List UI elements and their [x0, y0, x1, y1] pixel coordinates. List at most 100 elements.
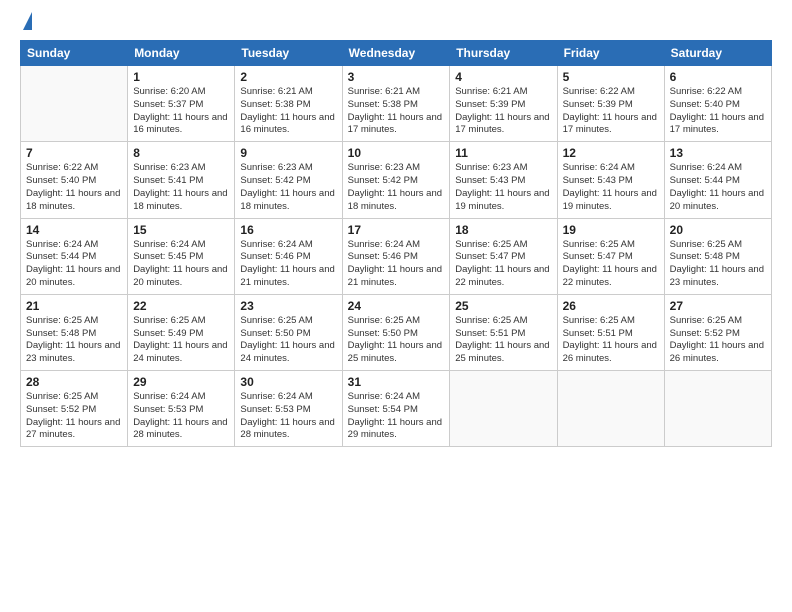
day-number: 22: [133, 299, 229, 313]
day-cell: 30 Sunrise: 6:24 AM Sunset: 5:53 PM Dayli…: [235, 371, 342, 447]
week-row-3: 14 Sunrise: 6:24 AM Sunset: 5:44 PM Dayli…: [21, 218, 772, 294]
week-row-4: 21 Sunrise: 6:25 AM Sunset: 5:48 PM Dayli…: [21, 294, 772, 370]
day-number: 25: [455, 299, 551, 313]
day-info: Sunrise: 6:22 AM Sunset: 5:39 PM Dayligh…: [563, 86, 659, 137]
day-cell: 15Sunrise: 6:24 AM Sunset: 5:45 PM Dayli…: [128, 218, 235, 294]
day-number: 11: [455, 146, 551, 160]
day-info: Sunrise: 6:24 AM Sunset: 5:45 PM Dayligh…: [133, 239, 229, 290]
day-info: Sunrise: 6:23 AM Sunset: 5:41 PM Dayligh…: [133, 162, 229, 213]
day-number: 19: [563, 223, 659, 237]
day-cell: 6 Sunrise: 6:22 AM Sunset: 5:40 PM Daylig…: [664, 66, 771, 142]
day-cell: 1 Sunrise: 6:20 AM Sunset: 5:37 PM Daylig…: [128, 66, 235, 142]
day-info: Sunrise: 6:25 AM Sunset: 5:52 PM Dayligh…: [26, 391, 122, 442]
day-cell: [557, 371, 664, 447]
page: SundayMondayTuesdayWednesdayThursdayFrid…: [0, 0, 792, 612]
day-cell: 7 Sunrise: 6:22 AM Sunset: 5:40 PM Daylig…: [21, 142, 128, 218]
day-number: 20: [670, 223, 766, 237]
day-cell: 25 Sunrise: 6:25 AM Sunset: 5:51 PM Dayli…: [450, 294, 557, 370]
day-info: Sunrise: 6:25 AM Sunset: 5:51 PM Dayligh…: [563, 315, 659, 366]
day-cell: 21 Sunrise: 6:25 AM Sunset: 5:48 PM Dayli…: [21, 294, 128, 370]
column-header-thursday: Thursday: [450, 41, 557, 66]
day-info: Sunrise: 6:25 AM Sunset: 5:47 PM Dayligh…: [563, 239, 659, 290]
day-info: Sunrise: 6:24 AM Sunset: 5:53 PM Dayligh…: [240, 391, 336, 442]
day-info: Sunrise: 6:25 AM Sunset: 5:50 PM Dayligh…: [240, 315, 336, 366]
day-number: 26: [563, 299, 659, 313]
day-number: 2: [240, 70, 336, 84]
day-number: 5: [563, 70, 659, 84]
day-number: 8: [133, 146, 229, 160]
day-info: Sunrise: 6:22 AM Sunset: 5:40 PM Dayligh…: [26, 162, 122, 213]
day-cell: 31 Sunrise: 6:24 AM Sunset: 5:54 PM Dayli…: [342, 371, 450, 447]
day-info: Sunrise: 6:20 AM Sunset: 5:37 PM Dayligh…: [133, 86, 229, 137]
day-cell: 11 Sunrise: 6:23 AM Sunset: 5:43 PM Dayli…: [450, 142, 557, 218]
logo: [20, 16, 32, 30]
day-info: Sunrise: 6:24 AM Sunset: 5:43 PM Dayligh…: [563, 162, 659, 213]
column-header-sunday: Sunday: [21, 41, 128, 66]
day-info: Sunrise: 6:23 AM Sunset: 5:43 PM Dayligh…: [455, 162, 551, 213]
day-cell: 2 Sunrise: 6:21 AM Sunset: 5:38 PM Daylig…: [235, 66, 342, 142]
day-number: 1: [133, 70, 229, 84]
day-info: Sunrise: 6:23 AM Sunset: 5:42 PM Dayligh…: [348, 162, 445, 213]
day-info: Sunrise: 6:24 AM Sunset: 5:53 PM Dayligh…: [133, 391, 229, 442]
day-cell: 10 Sunrise: 6:23 AM Sunset: 5:42 PM Dayli…: [342, 142, 450, 218]
day-cell: 27Sunrise: 6:25 AM Sunset: 5:52 PM Dayli…: [664, 294, 771, 370]
day-info: Sunrise: 6:24 AM Sunset: 5:44 PM Dayligh…: [670, 162, 766, 213]
day-number: 7: [26, 146, 122, 160]
day-number: 6: [670, 70, 766, 84]
day-cell: 20Sunrise: 6:25 AM Sunset: 5:48 PM Dayli…: [664, 218, 771, 294]
day-number: 14: [26, 223, 122, 237]
day-cell: 13 Sunrise: 6:24 AM Sunset: 5:44 PM Dayli…: [664, 142, 771, 218]
column-header-monday: Monday: [128, 41, 235, 66]
day-cell: 4 Sunrise: 6:21 AM Sunset: 5:39 PM Daylig…: [450, 66, 557, 142]
day-number: 16: [240, 223, 336, 237]
day-number: 21: [26, 299, 122, 313]
day-number: 24: [348, 299, 445, 313]
day-info: Sunrise: 6:24 AM Sunset: 5:46 PM Dayligh…: [348, 239, 445, 290]
day-info: Sunrise: 6:25 AM Sunset: 5:50 PM Dayligh…: [348, 315, 445, 366]
day-number: 28: [26, 375, 122, 389]
day-cell: 19 Sunrise: 6:25 AM Sunset: 5:47 PM Dayli…: [557, 218, 664, 294]
day-number: 23: [240, 299, 336, 313]
day-number: 13: [670, 146, 766, 160]
day-cell: 14 Sunrise: 6:24 AM Sunset: 5:44 PM Dayli…: [21, 218, 128, 294]
day-number: 18: [455, 223, 551, 237]
day-cell: 22 Sunrise: 6:25 AM Sunset: 5:49 PM Dayli…: [128, 294, 235, 370]
day-info: Sunrise: 6:21 AM Sunset: 5:38 PM Dayligh…: [348, 86, 445, 137]
day-info: Sunrise: 6:25 AM Sunset: 5:51 PM Dayligh…: [455, 315, 551, 366]
day-cell: [21, 66, 128, 142]
week-row-2: 7 Sunrise: 6:22 AM Sunset: 5:40 PM Daylig…: [21, 142, 772, 218]
day-info: Sunrise: 6:21 AM Sunset: 5:38 PM Dayligh…: [240, 86, 336, 137]
day-cell: 16 Sunrise: 6:24 AM Sunset: 5:46 PM Dayli…: [235, 218, 342, 294]
day-cell: 3 Sunrise: 6:21 AM Sunset: 5:38 PM Daylig…: [342, 66, 450, 142]
day-cell: 24 Sunrise: 6:25 AM Sunset: 5:50 PM Dayli…: [342, 294, 450, 370]
day-info: Sunrise: 6:25 AM Sunset: 5:48 PM Dayligh…: [26, 315, 122, 366]
day-info: Sunrise: 6:22 AM Sunset: 5:40 PM Dayligh…: [670, 86, 766, 137]
day-info: Sunrise: 6:24 AM Sunset: 5:54 PM Dayligh…: [348, 391, 445, 442]
day-info: Sunrise: 6:21 AM Sunset: 5:39 PM Dayligh…: [455, 86, 551, 137]
day-cell: 28 Sunrise: 6:25 AM Sunset: 5:52 PM Dayli…: [21, 371, 128, 447]
day-info: Sunrise: 6:25 AM Sunset: 5:49 PM Dayligh…: [133, 315, 229, 366]
day-cell: [664, 371, 771, 447]
day-cell: 23 Sunrise: 6:25 AM Sunset: 5:50 PM Dayli…: [235, 294, 342, 370]
column-header-saturday: Saturday: [664, 41, 771, 66]
day-number: 3: [348, 70, 445, 84]
day-number: 27: [670, 299, 766, 313]
day-number: 17: [348, 223, 445, 237]
day-number: 30: [240, 375, 336, 389]
day-number: 31: [348, 375, 445, 389]
week-row-1: 1 Sunrise: 6:20 AM Sunset: 5:37 PM Daylig…: [21, 66, 772, 142]
day-info: Sunrise: 6:25 AM Sunset: 5:47 PM Dayligh…: [455, 239, 551, 290]
day-info: Sunrise: 6:24 AM Sunset: 5:46 PM Dayligh…: [240, 239, 336, 290]
logo-triangle-icon: [23, 12, 32, 30]
day-cell: 29Sunrise: 6:24 AM Sunset: 5:53 PM Dayli…: [128, 371, 235, 447]
day-number: 12: [563, 146, 659, 160]
week-row-5: 28 Sunrise: 6:25 AM Sunset: 5:52 PM Dayli…: [21, 371, 772, 447]
day-number: 4: [455, 70, 551, 84]
day-number: 10: [348, 146, 445, 160]
column-header-friday: Friday: [557, 41, 664, 66]
column-header-tuesday: Tuesday: [235, 41, 342, 66]
day-cell: 8 Sunrise: 6:23 AM Sunset: 5:41 PM Daylig…: [128, 142, 235, 218]
day-info: Sunrise: 6:23 AM Sunset: 5:42 PM Dayligh…: [240, 162, 336, 213]
day-cell: 9Sunrise: 6:23 AM Sunset: 5:42 PM Daylig…: [235, 142, 342, 218]
day-info: Sunrise: 6:24 AM Sunset: 5:44 PM Dayligh…: [26, 239, 122, 290]
